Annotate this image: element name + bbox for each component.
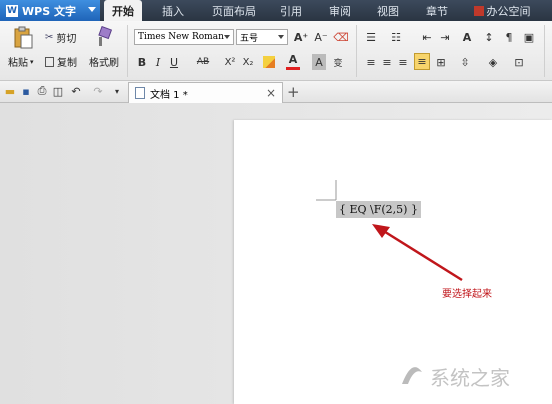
distribute-icon[interactable]: ⊞	[434, 55, 448, 69]
chevron-down-icon	[224, 35, 230, 39]
ribbon-divider	[544, 25, 545, 77]
app-name: WPS 文字	[22, 4, 76, 18]
chevron-down-icon	[88, 7, 96, 12]
office-space-icon	[473, 5, 484, 16]
chevron-down-icon	[278, 35, 284, 39]
document-icon	[135, 87, 145, 99]
format-painter-button[interactable]: 格式刷	[89, 54, 119, 69]
shading-icon[interactable]: ◈	[486, 55, 500, 69]
tab-office-space[interactable]: 办公空间	[472, 0, 532, 21]
text-effect-icon[interactable]: A	[460, 30, 474, 44]
chevron-down-icon[interactable]: ▾	[112, 85, 122, 97]
tab-insert[interactable]: 插入	[152, 0, 194, 21]
highlight-icon[interactable]	[262, 54, 276, 70]
bold-button[interactable]: B	[136, 54, 148, 70]
decrease-indent-icon[interactable]: ⇤	[420, 30, 434, 44]
grow-font-button[interactable]: A⁺	[294, 29, 308, 45]
superscript-button[interactable]: X²	[222, 54, 238, 70]
document-tab-title: 文档 1 *	[150, 89, 188, 101]
tab-page-layout[interactable]: 页面布局	[202, 0, 266, 21]
line-spacing-icon[interactable]: ⇳	[458, 55, 472, 69]
redo-icon[interactable]: ↷	[92, 85, 104, 98]
watermark-text: 系统之家	[430, 365, 510, 390]
copy-icon	[45, 56, 54, 67]
subscript-button[interactable]: X₂	[240, 54, 256, 70]
scissors-icon: ✂	[45, 32, 54, 43]
font-name-select[interactable]: Times New Roman	[134, 29, 234, 45]
cut-button[interactable]: ✂ 剪切	[45, 30, 76, 45]
align-right-icon[interactable]: ≡	[396, 55, 410, 69]
ribbon-divider	[127, 25, 128, 77]
open-icon[interactable]: ▬	[4, 85, 16, 98]
clear-format-icon[interactable]: ⌫	[333, 29, 349, 45]
show-marks-icon[interactable]: ¶	[502, 30, 516, 44]
italic-button[interactable]: I	[152, 54, 164, 70]
ribbon: 粘贴 ▾ ✂ 剪切 复制 格式刷 Times New Roman 五号 A⁺ A…	[0, 21, 552, 81]
justify-icon[interactable]: ≡	[414, 53, 430, 70]
annotation-note: 要选择起来	[442, 289, 492, 300]
app-menu-button[interactable]: W WPS 文字	[0, 0, 100, 21]
quick-access-bar: ▬ ▪ ⎙ ◫ ↶ ↷ ▾ 文档 1 * × +	[0, 81, 552, 103]
save-icon[interactable]: ▪	[20, 85, 32, 98]
tab-document-1[interactable]: 文档 1 * ×	[128, 82, 283, 103]
font-size-select[interactable]: 五号	[236, 29, 288, 45]
ribbon-divider	[356, 25, 357, 77]
increase-indent-icon[interactable]: ⇥	[438, 30, 452, 44]
find-icon[interactable]: ▣	[522, 30, 536, 44]
format-painter-label: 格式刷	[89, 58, 119, 69]
align-center-icon[interactable]: ≡	[380, 55, 394, 69]
tab-references[interactable]: 引用	[270, 0, 312, 21]
tab-section[interactable]: 章节	[414, 0, 460, 21]
print-preview-icon[interactable]: ◫	[52, 85, 64, 98]
wps-logo-icon: W	[6, 4, 18, 17]
font-size-value: 五号	[240, 33, 259, 44]
paste-label: 粘贴	[8, 58, 28, 69]
paste-button[interactable]: 粘贴 ▾	[8, 54, 34, 70]
copy-button[interactable]: 复制	[45, 54, 77, 69]
annotation-arrow	[372, 224, 463, 282]
paste-icon[interactable]	[12, 26, 34, 50]
tab-home[interactable]: 开始	[104, 0, 142, 21]
phonetic-guide-button[interactable]: 变	[331, 54, 345, 70]
align-left-icon[interactable]: ≡	[364, 55, 378, 69]
menu-bar: W WPS 文字 开始 插入 页面布局 引用 审阅 视图 章节 办公空间	[0, 0, 552, 21]
watermark-icon	[402, 367, 422, 384]
shrink-font-button[interactable]: A⁻	[314, 29, 328, 45]
bullet-list-icon[interactable]: ☰	[364, 30, 378, 44]
equation-field-code[interactable]: { EQ \F(2,5) }	[336, 201, 421, 218]
chevron-down-icon: ▾	[30, 57, 34, 66]
char-shade-button[interactable]: A	[312, 54, 326, 70]
tab-view[interactable]: 视图	[366, 0, 410, 21]
tab-office-space-label: 办公空间	[486, 4, 531, 18]
sort-icon[interactable]: ↕	[482, 30, 496, 44]
tab-review[interactable]: 审阅	[318, 0, 362, 21]
copy-label: 复制	[57, 58, 77, 69]
close-icon[interactable]: ×	[266, 86, 276, 100]
numbered-list-icon[interactable]: ☷	[389, 30, 403, 44]
watermark-logo: 系统之家	[398, 352, 548, 400]
font-color-button[interactable]: A	[286, 52, 300, 70]
new-tab-icon[interactable]: +	[287, 83, 300, 101]
format-painter-icon[interactable]	[94, 26, 114, 48]
strikethrough-button[interactable]: AB	[194, 54, 212, 70]
underline-button[interactable]: U	[168, 54, 180, 70]
print-icon[interactable]: ⎙	[36, 84, 48, 97]
cut-label: 剪切	[56, 34, 77, 45]
font-name-value: Times New Roman	[138, 32, 224, 42]
borders-icon[interactable]: ⊡	[512, 55, 526, 69]
undo-icon[interactable]: ↶	[70, 85, 82, 98]
